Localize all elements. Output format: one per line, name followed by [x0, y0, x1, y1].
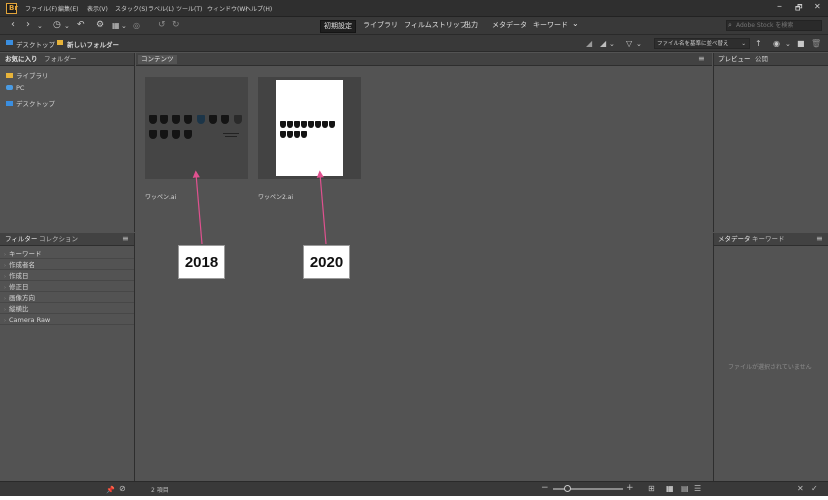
status-bar: 📌 ⊘ 2 項目 − + ⊞ ▦ ▤ ☰ ✕ ✓: [0, 481, 828, 496]
preview-panel-header: プレビュー 公開: [714, 53, 828, 66]
no-selection-text: ファイルが選択されていません: [728, 364, 812, 371]
item-count: 2 項目: [151, 487, 169, 494]
pin-icon[interactable]: 📌: [106, 485, 115, 495]
zoom-out-button[interactable]: −: [541, 483, 549, 493]
metadata-panel: メタデータ キーワード ≡ ファイルが選択されていません: [713, 233, 828, 481]
annotation-label-2020: 2020: [303, 245, 350, 279]
taskbar-edge: [0, 496, 828, 500]
preview-panel: プレビュー 公開: [713, 53, 828, 232]
view-details-icon[interactable]: ▤: [681, 484, 689, 494]
annotation-arrows: [192, 170, 327, 245]
status-close-icon[interactable]: ✕: [797, 484, 804, 494]
tab-publish[interactable]: 公開: [755, 55, 768, 64]
annotation-arrow-2020: [316, 170, 327, 245]
no-entry-icon[interactable]: ⊘: [119, 484, 126, 494]
annotation-arrow-2018: [192, 170, 203, 245]
metadata-panel-header: メタデータ キーワード ≡: [714, 233, 828, 246]
zoom-slider-handle[interactable]: [563, 485, 571, 492]
metadata-panel-menu-icon[interactable]: ≡: [816, 234, 823, 243]
status-check-icon[interactable]: ✓: [811, 484, 818, 494]
tab-metadata[interactable]: メタデータ: [718, 235, 751, 244]
annotation-label-2018: 2018: [178, 245, 225, 279]
lock-grid-icon[interactable]: ⊞: [648, 484, 655, 494]
tab-keywords[interactable]: キーワード: [752, 235, 785, 244]
view-thumbnails-icon[interactable]: ▦: [666, 484, 674, 494]
view-list-icon[interactable]: ☰: [694, 484, 701, 494]
tab-preview[interactable]: プレビュー: [718, 55, 751, 64]
zoom-in-button[interactable]: +: [626, 483, 634, 493]
